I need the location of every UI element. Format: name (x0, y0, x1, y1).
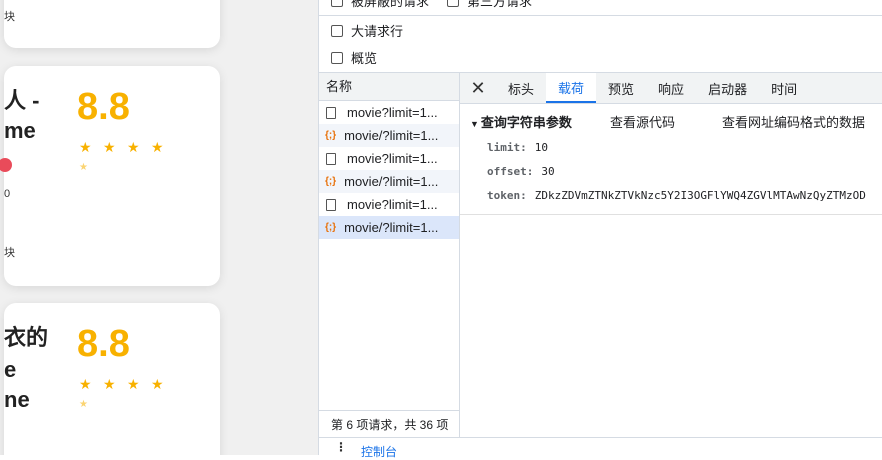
filter-row-overview: 概览 (319, 44, 882, 71)
overview-label: 概览 (351, 51, 378, 66)
star-icon: ★ (79, 139, 92, 155)
request-name: movie?limit=1... (347, 197, 438, 212)
devtools-network-panel: 被屏蔽的请求 第三方请求 大请求行 概览 名称 movie?limit=1...… (318, 0, 882, 459)
tab-timing[interactable]: 时间 (759, 73, 809, 103)
large-rows-checkbox[interactable] (331, 24, 343, 37)
rating-stars: ★ ★ ★ ★ ★ (79, 375, 179, 414)
star-icon: ★ (79, 376, 92, 392)
movie-card-top[interactable]: 块 (4, 0, 220, 48)
tab-headers[interactable]: 标头 (496, 73, 546, 103)
param-value: 30 (541, 165, 555, 178)
json-icon: {;} (325, 222, 337, 233)
param-key: limit: (487, 141, 527, 154)
blocked-requests-checkbox[interactable] (331, 0, 343, 7)
request-row[interactable]: movie?limit=1... (319, 101, 459, 124)
request-row[interactable]: {;} movie/?limit=1... (319, 170, 459, 193)
request-row-selected[interactable]: {;} movie/?limit=1... (319, 216, 459, 239)
query-params-section-header[interactable]: ▼ 查询字符串参数 (470, 112, 572, 131)
triangle-down-icon: ▼ (470, 119, 479, 129)
close-icon[interactable]: ✕ (460, 73, 496, 103)
tab-response[interactable]: 响应 (646, 73, 696, 103)
json-icon: {;} (325, 130, 337, 141)
detail-tabs: ✕ 标头 载荷 预览 响应 启动器 时间 (460, 73, 882, 104)
document-icon (326, 198, 336, 211)
param-key: offset: (487, 165, 534, 178)
rating-stars: ★ ★ ★ ★ ★ (79, 138, 179, 177)
third-party-checkbox[interactable] (447, 0, 460, 7)
param-row-limit: limit: 10 (487, 140, 548, 154)
blocked-requests-label: 被屏蔽的请求 (351, 0, 430, 9)
tab-preview[interactable]: 预览 (596, 73, 646, 103)
request-row[interactable]: {;} movie/?limit=1... (319, 124, 459, 147)
movie-title-line2: e (4, 357, 17, 382)
star-icon: ★ (103, 376, 116, 392)
movie-card-2[interactable]: 衣的 e ne 8.8 ★ ★ ★ ★ ★ (4, 303, 220, 455)
filter-row-top: 被屏蔽的请求 第三方请求 (319, 0, 882, 14)
request-name: movie/?limit=1... (344, 220, 439, 235)
json-icon: {;} (325, 176, 337, 187)
movie-title-line1: 衣的 (4, 325, 49, 350)
param-value: 10 (534, 141, 548, 154)
star-icon: ★ (127, 139, 140, 155)
card-small-text: 块 (4, 11, 15, 23)
movie-title-line1: 人 - (4, 88, 40, 113)
card-small-text: 块 (4, 247, 15, 259)
movie-card-1[interactable]: 人 - me 0 块 8.8 ★ ★ ★ ★ ★ (0, 66, 220, 286)
divider (319, 15, 882, 16)
request-name: movie?limit=1... (347, 105, 438, 120)
card-small-text: 0 (4, 188, 11, 200)
star-icon: ★ (151, 139, 164, 155)
movie-title-line2: me (4, 118, 36, 143)
movie-title-line3: ne (4, 387, 30, 412)
large-rows-label: 大请求行 (351, 24, 404, 39)
request-name: movie/?limit=1... (344, 174, 439, 189)
request-list: 名称 movie?limit=1... {;} movie/?limit=1..… (319, 73, 460, 455)
region-flag-icon (0, 158, 12, 172)
request-count-status: 第 6 项请求，共 36 项 (319, 410, 459, 438)
star-icon: ★ (103, 139, 116, 155)
view-url-encoded-link[interactable]: 查看网址编码格式的数据 (722, 112, 865, 131)
third-party-label: 第三方请求 (467, 0, 533, 9)
star-icon: ★ (151, 376, 164, 392)
half-star-icon: ★ (79, 399, 88, 410)
param-key: token: (487, 189, 527, 202)
half-star-icon: ★ (79, 162, 88, 173)
more-options-icon[interactable]: ⋮ (335, 440, 347, 454)
movie-score: 8.8 (77, 86, 130, 128)
request-row[interactable]: movie?limit=1... (319, 147, 459, 170)
tab-initiator[interactable]: 启动器 (696, 73, 759, 103)
web-page: 块 人 - me 0 块 8.8 ★ ★ ★ ★ ★ 衣的 e ne 8.8 ★ ★ ★ ★… (0, 0, 318, 455)
filter-row-large-rows: 大请求行 (319, 17, 882, 44)
request-name: movie?limit=1... (347, 151, 438, 166)
param-value: ZDkzZDVmZTNkZTVkNzc5Y2I3OGFlYWQ4ZGVlMTAw… (534, 189, 866, 202)
request-row[interactable]: movie?limit=1... (319, 193, 459, 216)
overview-checkbox[interactable] (331, 51, 343, 64)
view-source-link[interactable]: 查看源代码 (610, 112, 675, 131)
tab-payload[interactable]: 载荷 (546, 73, 597, 103)
movie-score: 8.8 (77, 323, 130, 365)
param-row-offset: offset: 30 (487, 164, 555, 178)
request-detail-pane: ✕ 标头 载荷 预览 响应 启动器 时间 ▼ 查询字符串参数 查看源代码 查看网址… (460, 73, 882, 437)
name-column-header[interactable]: 名称 (319, 73, 459, 101)
query-params-title: 查询字符串参数 (480, 115, 572, 130)
console-tab[interactable]: 控制台 (361, 443, 397, 460)
star-icon: ★ (127, 376, 140, 392)
document-icon (326, 152, 336, 165)
document-icon (326, 106, 336, 119)
console-drawer-bar: ⋮ 控制台 (319, 437, 882, 459)
param-row-token: token: ZDkzZDVmZTNkZTVkNzc5Y2I3OGFlYWQ4ZG… (487, 188, 882, 202)
divider (460, 214, 882, 215)
request-name: movie/?limit=1... (344, 128, 439, 143)
